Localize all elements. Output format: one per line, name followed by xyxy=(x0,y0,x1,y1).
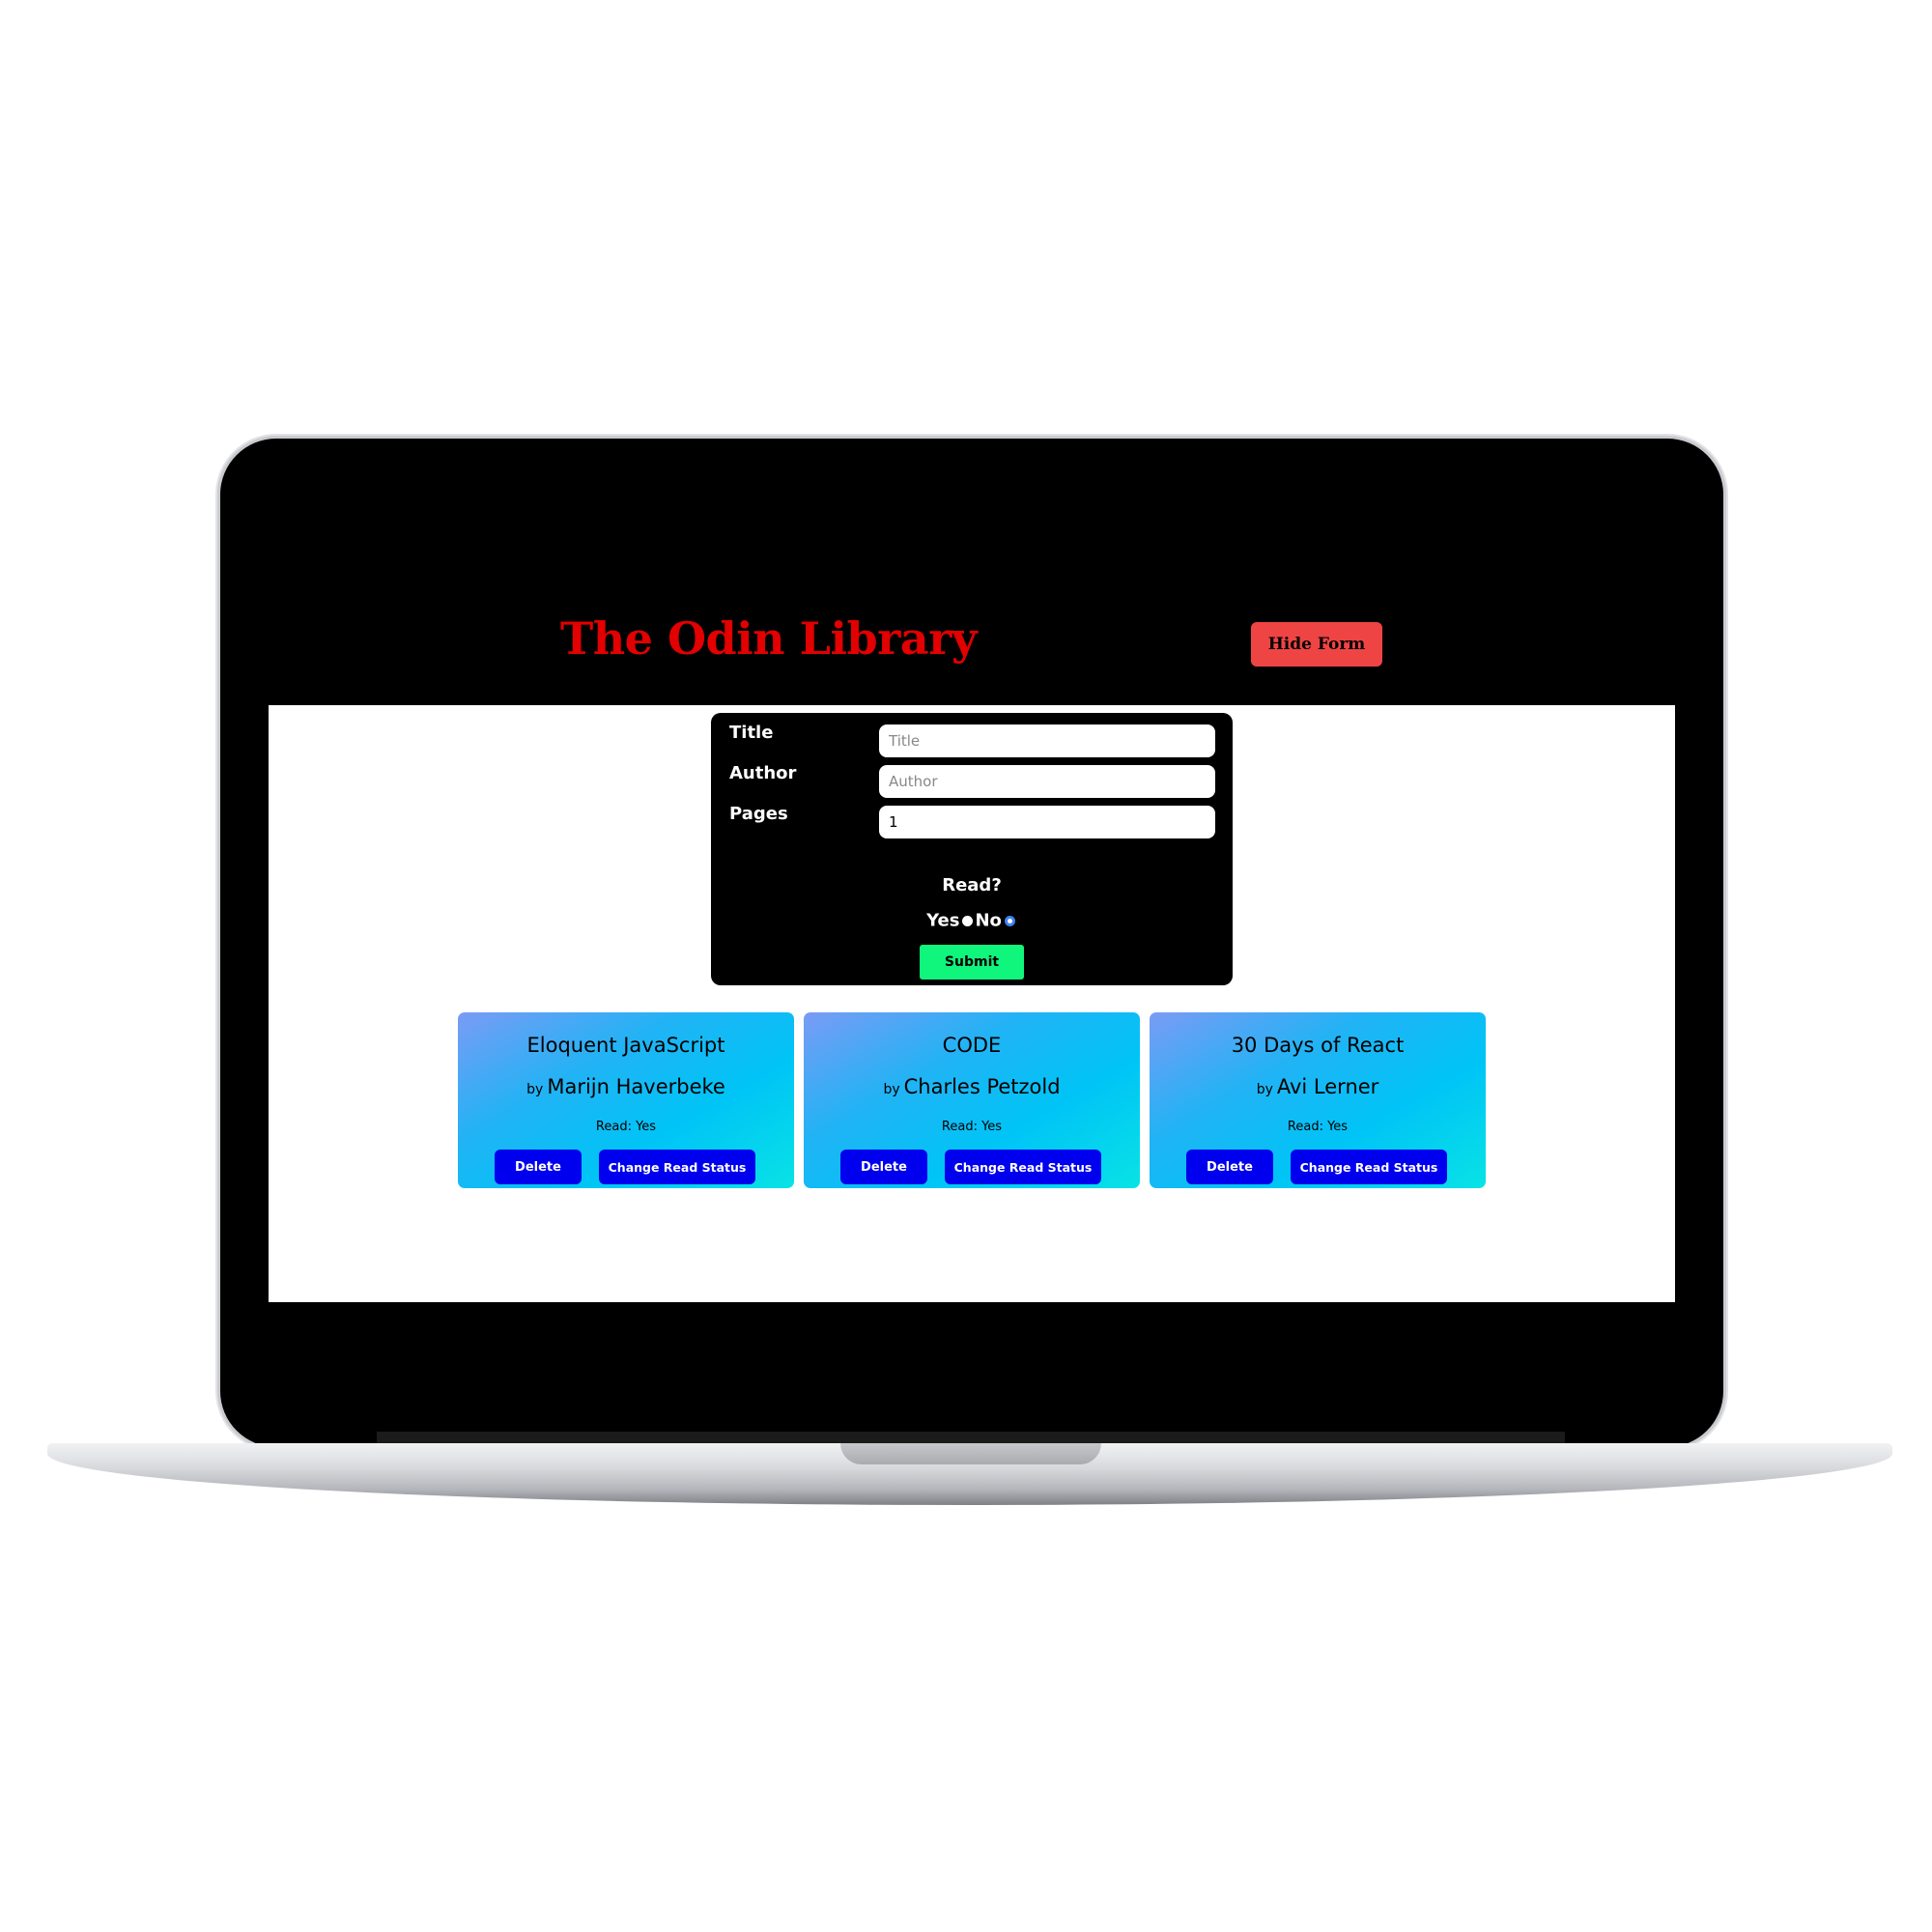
change-read-status-button[interactable]: Change Read Status xyxy=(945,1150,1101,1184)
book-card: Eloquent JavaScript by Marijn Haverbeke R… xyxy=(458,1012,794,1188)
book-read-status: Read: Yes xyxy=(1287,1120,1349,1134)
pages-field-label: Pages xyxy=(729,804,788,824)
author-input[interactable] xyxy=(879,765,1215,798)
hide-form-button[interactable]: Hide Form xyxy=(1251,622,1382,667)
author-field-label: Author xyxy=(729,763,797,783)
book-title: CODE xyxy=(942,1034,1002,1057)
page-title: The Odin Library xyxy=(560,612,978,665)
delete-button[interactable]: Delete xyxy=(840,1150,927,1184)
change-read-status-button[interactable]: Change Read Status xyxy=(1291,1150,1447,1184)
change-read-status-button[interactable]: Change Read Status xyxy=(599,1150,755,1184)
book-by-label: by xyxy=(1256,1082,1273,1097)
book-author-line: by Avi Lerner xyxy=(1150,1075,1486,1098)
book-title: 30 Days of React xyxy=(1231,1034,1405,1057)
read-no-radio[interactable] xyxy=(1004,915,1015,926)
book-author-line: by Marijn Haverbeke xyxy=(458,1075,794,1098)
book-author: Charles Petzold xyxy=(903,1075,1061,1098)
read-radio-group: Yes No xyxy=(711,910,1233,931)
read-yes-label: Yes xyxy=(926,910,960,931)
delete-button[interactable]: Delete xyxy=(1186,1150,1273,1184)
read-yes-radio[interactable] xyxy=(962,915,974,926)
title-input[interactable] xyxy=(879,724,1215,757)
read-no-label: No xyxy=(975,910,1002,931)
book-author: Avi Lerner xyxy=(1276,1075,1379,1098)
app-header: The Odin Library Hide Form xyxy=(269,599,1675,705)
book-by-label: by xyxy=(883,1082,900,1097)
delete-button[interactable]: Delete xyxy=(495,1150,582,1184)
book-read-status: Read: Yes xyxy=(595,1120,657,1134)
book-read-status: Read: Yes xyxy=(941,1120,1003,1134)
book-card: CODE by Charles Petzold Read: Yes Delete … xyxy=(804,1012,1140,1188)
book-list: Eloquent JavaScript by Marijn Haverbeke R… xyxy=(458,1012,1488,1188)
laptop-notch xyxy=(840,1443,1101,1464)
book-title: Eloquent JavaScript xyxy=(526,1034,725,1057)
add-book-form: Title Author Pages Read? Yes No Submit xyxy=(711,713,1233,985)
book-card: 30 Days of React by Avi Lerner Read: Yes … xyxy=(1150,1012,1486,1188)
pages-input[interactable] xyxy=(879,806,1215,838)
book-author: Marijn Haverbeke xyxy=(547,1075,725,1098)
book-author-line: by Charles Petzold xyxy=(804,1075,1140,1098)
title-field-label: Title xyxy=(729,723,774,743)
submit-button[interactable]: Submit xyxy=(920,945,1024,980)
app-main: Title Author Pages Read? Yes No Submit El… xyxy=(269,705,1675,1302)
book-by-label: by xyxy=(526,1082,544,1097)
read-question-label: Read? xyxy=(942,875,1002,895)
